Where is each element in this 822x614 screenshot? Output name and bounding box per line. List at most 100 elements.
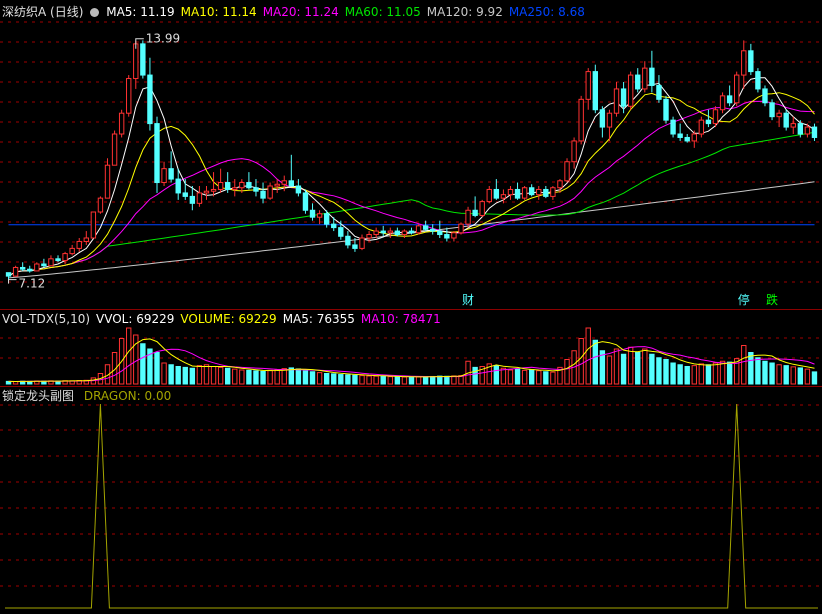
candle-up bbox=[734, 74, 740, 104]
candle-down bbox=[5, 272, 12, 277]
volume-bar bbox=[309, 371, 316, 385]
dragon-panel-title[interactable]: 锁定龙头副图 bbox=[2, 389, 74, 403]
candle-up bbox=[401, 230, 408, 236]
candle-down bbox=[769, 102, 775, 118]
panel-divider bbox=[0, 309, 822, 310]
candle-up bbox=[12, 266, 19, 277]
volume-panel-header: VOL-TDX(5,10) VVOL: 69229 VOLUME: 69229 MA5… bbox=[2, 312, 447, 326]
candle-up bbox=[90, 211, 97, 239]
volume-bar bbox=[126, 327, 132, 385]
candle-up bbox=[557, 180, 563, 189]
candle-down bbox=[670, 119, 676, 135]
dragon-panel-header: 锁定龙头副图 DRAGON: 0.00 bbox=[2, 389, 177, 403]
volume-bar bbox=[239, 369, 245, 385]
volume-bar bbox=[514, 368, 521, 385]
candle-up bbox=[790, 123, 796, 128]
candle-down bbox=[705, 119, 712, 125]
event-marker: 跌 bbox=[766, 292, 778, 307]
candle-down bbox=[635, 74, 641, 90]
volume-bar bbox=[253, 370, 259, 385]
volume-bar bbox=[175, 366, 181, 385]
volume-bar bbox=[210, 366, 217, 385]
candle-up bbox=[627, 74, 634, 107]
candle-up bbox=[719, 95, 726, 111]
volume-bar bbox=[550, 371, 556, 385]
candle-up bbox=[550, 187, 556, 197]
candle-down bbox=[811, 126, 818, 138]
volume-legend: VVOL: 69229 VOLUME: 69229 MA5: 76355 MA10: … bbox=[96, 312, 447, 326]
candle-up bbox=[486, 188, 492, 203]
volume-bar bbox=[359, 375, 365, 385]
volume-bar bbox=[776, 364, 782, 385]
volume-bar bbox=[430, 375, 436, 385]
volume-bar bbox=[585, 327, 591, 385]
legend-ma5: MA5: 76355 bbox=[282, 312, 355, 326]
volume-bar bbox=[755, 357, 761, 385]
candle-up bbox=[111, 133, 118, 166]
candle-up bbox=[203, 190, 210, 194]
volume-bar bbox=[345, 374, 351, 385]
candle-up bbox=[126, 78, 132, 114]
candle-up bbox=[118, 112, 125, 135]
candle-up bbox=[521, 187, 528, 199]
legend-ma20: MA20: 11.24 bbox=[262, 5, 339, 19]
price-panel-title[interactable]: 深纺织A (日线) bbox=[2, 5, 83, 19]
candle-down bbox=[514, 188, 521, 199]
candle-up bbox=[232, 187, 238, 190]
candle-up bbox=[465, 209, 471, 225]
volume-bar bbox=[635, 352, 641, 385]
volume-bar bbox=[592, 339, 599, 385]
candle-up bbox=[69, 247, 75, 255]
volume-bar bbox=[536, 370, 542, 385]
chart-canvas[interactable]: 13.99 7.12 财 停 跌 bbox=[0, 0, 822, 614]
candle-down bbox=[323, 213, 330, 225]
candle-up bbox=[133, 43, 139, 80]
volume-bar bbox=[331, 373, 337, 385]
volume-bar bbox=[698, 363, 705, 385]
volume-bar bbox=[189, 367, 196, 385]
candle-down bbox=[253, 187, 259, 192]
candle-up bbox=[239, 182, 245, 189]
candle-down bbox=[331, 223, 337, 229]
candle-down bbox=[338, 227, 344, 237]
volume-bar bbox=[196, 365, 203, 385]
candle-up bbox=[387, 230, 393, 234]
volume-panel-title[interactable]: VOL-TDX(5,10) bbox=[2, 312, 90, 326]
event-marker: 财 bbox=[462, 293, 474, 307]
legend-ma60: MA60: 11.05 bbox=[344, 5, 421, 19]
candle-down bbox=[472, 209, 478, 216]
candle-up bbox=[571, 140, 577, 163]
volume-bar bbox=[316, 372, 323, 385]
candle-up bbox=[62, 253, 68, 262]
circle-icon[interactable] bbox=[90, 8, 100, 17]
candle-down bbox=[797, 123, 804, 135]
volume-bar bbox=[444, 375, 450, 385]
volume-bar bbox=[677, 364, 683, 385]
candle-down bbox=[394, 230, 401, 236]
candle-down bbox=[663, 98, 669, 121]
candle-up bbox=[500, 194, 507, 199]
volume-bar bbox=[811, 371, 818, 385]
volume-bar bbox=[741, 345, 747, 385]
volume-bar bbox=[790, 366, 796, 385]
candle-down bbox=[168, 168, 174, 180]
volume-bar bbox=[260, 370, 266, 385]
volume-bar bbox=[684, 366, 690, 385]
volume-bar bbox=[323, 373, 330, 385]
candle-down bbox=[288, 180, 295, 187]
volume-bar bbox=[182, 366, 188, 385]
legend-ma20: MA10: 78471 bbox=[360, 312, 441, 326]
volume-bar bbox=[338, 374, 344, 385]
candle-up bbox=[196, 192, 203, 204]
candle-down bbox=[493, 188, 500, 199]
volume-bar bbox=[656, 357, 662, 385]
volume-bar bbox=[401, 376, 408, 385]
volume-bar bbox=[267, 369, 273, 385]
candle-down bbox=[380, 230, 386, 234]
candle-down bbox=[27, 268, 33, 272]
candle-up bbox=[359, 237, 365, 249]
candle-down bbox=[599, 109, 606, 128]
candle-up bbox=[698, 119, 705, 135]
volume-bar bbox=[500, 367, 507, 385]
candle-up bbox=[210, 188, 217, 192]
